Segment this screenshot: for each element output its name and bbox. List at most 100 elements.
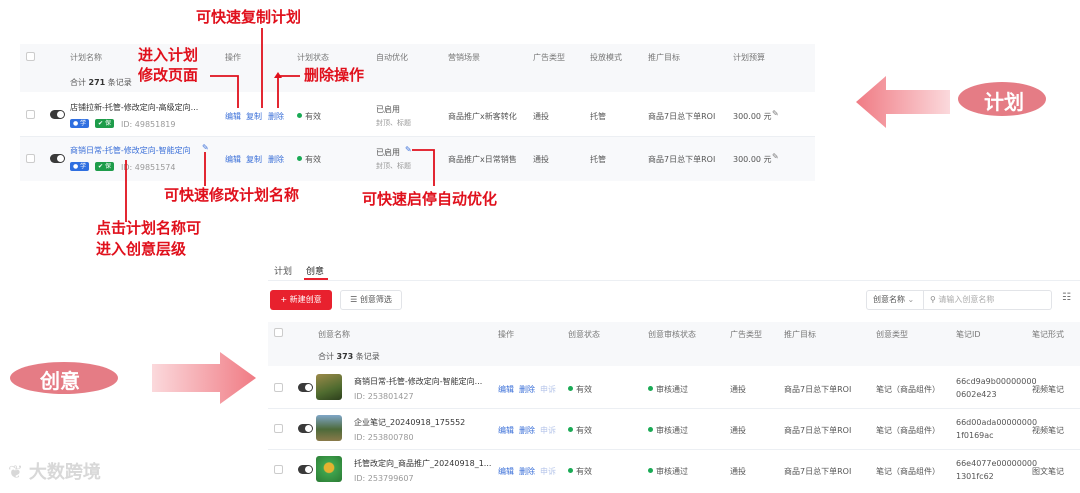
- annotation-enter-edit-line1: 进入计划: [138, 46, 199, 64]
- annotation-delete-op: 删除操作: [304, 66, 365, 84]
- search-field-select-label: 创意名称: [873, 295, 905, 304]
- tab-plan[interactable]: 计划: [274, 264, 292, 277]
- filter-icon: ☰: [350, 295, 358, 304]
- note-id-line1: 66e4077e00000000: [956, 459, 1038, 468]
- status-dot: [568, 427, 573, 432]
- annotation-click-name-line2: 进入创意层级: [96, 240, 187, 258]
- delete-link[interactable]: 删除: [519, 425, 535, 436]
- promo-target: 商品7日总下单ROI: [784, 467, 852, 476]
- creative-type: 笔记（商品组件）: [876, 426, 940, 435]
- note-form: 视频笔记: [1032, 426, 1064, 435]
- delete-link[interactable]: 删除: [519, 466, 535, 477]
- creative-toggle[interactable]: [298, 383, 313, 392]
- col-header-creative-name: 创意名称: [318, 330, 350, 339]
- audit-status: 审核通过: [648, 466, 688, 477]
- note-id-line2: 1301fc62: [956, 472, 994, 481]
- col-header-creative-type: 创意类型: [876, 330, 908, 339]
- new-creative-button[interactable]: + 新建创意: [270, 290, 332, 310]
- column-settings-icon[interactable]: ☷: [1062, 292, 1071, 303]
- watermark-logo: ❦ 大数跨境: [8, 458, 101, 484]
- creative-total-text: 合计 373 条记录: [318, 351, 380, 362]
- row-checkbox[interactable]: [274, 383, 283, 392]
- appeal-link[interactable]: 申诉: [540, 425, 556, 436]
- note-form: 图文笔记: [1032, 467, 1064, 476]
- creative-status-label: 有效: [576, 426, 592, 435]
- note-id-line1: 66d00ada00000000: [956, 418, 1038, 427]
- creative-id: ID: 253799607: [354, 474, 414, 483]
- creative-total-row: [268, 344, 1080, 366]
- creative-id: ID: 253800780: [354, 433, 414, 442]
- status-dot: [648, 427, 653, 432]
- col-header-target: 推广目标: [784, 330, 816, 339]
- ad-type: 通投: [730, 467, 746, 476]
- creative-filter-button[interactable]: ☰ 创意筛选: [340, 290, 402, 310]
- tab-divider: [268, 280, 1080, 281]
- status-dot: [648, 468, 653, 473]
- edit-link[interactable]: 编辑: [498, 466, 514, 477]
- select-all-checkbox[interactable]: [274, 328, 283, 337]
- appeal-link[interactable]: 申诉: [540, 466, 556, 477]
- table-row: 企业笔记_20240918_175552 ID: 253800780 编辑 删除…: [268, 409, 1080, 449]
- annotation-click-name-line1: 点击计划名称可: [96, 219, 202, 237]
- plan-label-text: 计划: [984, 90, 1024, 114]
- audit-status: 审核通过: [648, 384, 688, 395]
- new-creative-label: 新建创意: [289, 295, 322, 304]
- creative-panel: 计划 创意 + 新建创意 ☰ 创意筛选 创意名称 ⌄ ⚲ 请输入创意名称 ☷ 创…: [268, 256, 1080, 493]
- creative-type: 笔记（商品组件）: [876, 467, 940, 476]
- search-field-select[interactable]: 创意名称 ⌄: [866, 290, 924, 310]
- audit-status-label: 审核通过: [656, 467, 688, 476]
- col-header-creative-status: 创意状态: [568, 330, 600, 339]
- creative-filter-label: 创意筛选: [359, 295, 392, 304]
- edit-link[interactable]: 编辑: [498, 425, 514, 436]
- creative-thumbnail: [316, 415, 342, 441]
- row-checkbox[interactable]: [274, 465, 283, 474]
- search-input[interactable]: ⚲ 请输入创意名称: [924, 290, 1052, 310]
- tab-creative[interactable]: 创意: [306, 264, 324, 277]
- audit-status-label: 审核通过: [656, 426, 688, 435]
- row-checkbox[interactable]: [274, 424, 283, 433]
- table-row: 商销日常-托管-修改定向-智能定向... ID: 253801427 编辑 删除…: [268, 368, 1080, 408]
- creative-id: ID: 253801427: [354, 392, 414, 401]
- plan-arrow-icon: [856, 76, 950, 128]
- creative-arrow-icon: [152, 352, 256, 404]
- creative-toggle[interactable]: [298, 465, 313, 474]
- creative-toggle[interactable]: [298, 424, 313, 433]
- creative-status-label: 有效: [576, 467, 592, 476]
- col-header-ad-type: 广告类型: [730, 330, 762, 339]
- creative-name[interactable]: 商销日常-托管-修改定向-智能定向...: [354, 376, 482, 387]
- watermark-text: 大数跨境: [28, 462, 101, 483]
- note-id-line2: 0602e423: [956, 390, 997, 399]
- edit-link[interactable]: 编辑: [498, 384, 514, 395]
- watermark-icon: ❦: [8, 462, 24, 483]
- ad-type: 通投: [730, 385, 746, 394]
- audit-status: 审核通过: [648, 425, 688, 436]
- creative-name[interactable]: 托管改定向_商品推广_20240918_1...: [354, 458, 491, 469]
- creative-total-suffix: 条记录: [355, 352, 380, 361]
- annotation-copy-plan: 可快速复制计划: [196, 8, 302, 26]
- promo-target: 商品7日总下单ROI: [784, 385, 852, 394]
- search-icon: ⚲: [930, 295, 936, 304]
- creative-thumbnail: [316, 456, 342, 482]
- col-header-note-id: 笔记ID: [956, 330, 981, 339]
- creative-status-label: 有效: [576, 385, 592, 394]
- creative-name[interactable]: 企业笔记_20240918_175552: [354, 417, 465, 428]
- col-header-audit-status: 创意审核状态: [648, 330, 696, 339]
- status-dot: [648, 386, 653, 391]
- creative-total-count: 373: [336, 352, 354, 361]
- creative-thumbnail: [316, 374, 342, 400]
- delete-link[interactable]: 删除: [519, 384, 535, 395]
- note-id-line1: 66cd9a9b00000000: [956, 377, 1037, 386]
- chevron-down-icon: ⌄: [907, 295, 915, 304]
- creative-label-text: 创意: [40, 369, 80, 393]
- appeal-link[interactable]: 申诉: [540, 384, 556, 395]
- creative-status: 有效: [568, 384, 592, 395]
- search-placeholder: 请输入创意名称: [938, 295, 995, 304]
- audit-status-label: 审核通过: [656, 385, 688, 394]
- annotation-toggle-auto: 可快速启停自动优化: [362, 190, 498, 208]
- plus-icon: +: [280, 295, 288, 304]
- creative-total-prefix: 合计: [318, 352, 334, 361]
- note-form: 视频笔记: [1032, 385, 1064, 394]
- annotation-enter-edit-line2: 修改页面: [138, 66, 199, 84]
- creative-status: 有效: [568, 466, 592, 477]
- ad-type: 通投: [730, 426, 746, 435]
